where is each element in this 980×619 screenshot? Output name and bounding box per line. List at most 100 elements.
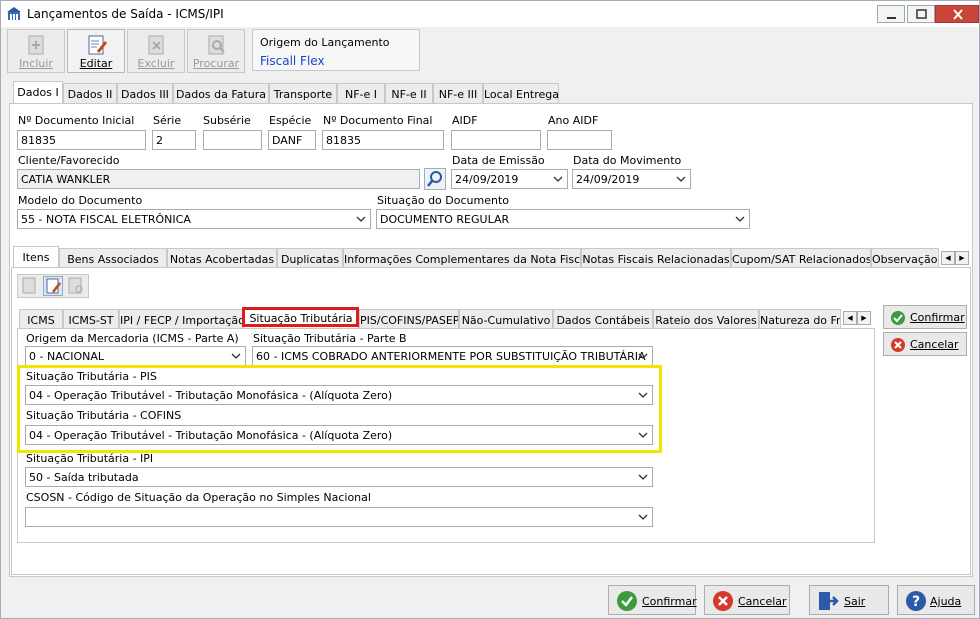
tab-local-entrega[interactable]: Local Entrega [483,83,559,103]
tab-observacao[interactable]: Observação do [871,248,939,268]
csosn-select[interactable] [25,507,653,527]
chevron-down-icon [676,176,686,182]
minimize-button[interactable] [877,5,905,23]
data-movimento-picker[interactable]: 24/09/2019 [572,169,691,189]
cliente-input[interactable]: CATIA WANKLER [17,169,420,189]
tab-dados-contabeis[interactable]: Dados Contábeis [553,309,653,329]
tab-itens[interactable]: Itens [13,246,59,269]
ano-aidf-label: Ano AIDF [548,114,599,127]
pis-cofins-highlight [17,365,662,453]
tab-bens-associados[interactable]: Bens Associados [59,248,167,268]
origem-mercadoria-select[interactable]: 0 - NACIONAL [25,346,246,366]
svg-text:?: ? [912,594,920,610]
tab-icms-st[interactable]: ICMS-ST [63,309,119,329]
search-icon [427,171,442,187]
maximize-icon [916,9,927,19]
scroll-right-icon[interactable]: ▶ [857,311,871,325]
tab-nfe-ii[interactable]: NF-e II [385,83,433,103]
tab-dados-fatura[interactable]: Dados da Fatura [173,83,269,103]
tab-dados-i[interactable]: Dados I [13,81,63,104]
delete-item-icon [68,277,83,294]
cancelar-button[interactable]: Cancelar [704,585,790,615]
tab-info-complementares[interactable]: Informações Complementares da Nota Fisca… [343,248,581,268]
cancel-icon [713,591,733,611]
item-confirmar-label: Confirmar [910,311,965,324]
procurar-button[interactable]: Procurar [187,29,245,73]
ajuda-button[interactable]: ? Ajuda [897,585,975,615]
ano-aidf-input[interactable] [547,130,612,150]
confirmar-label: Confirmar [642,595,697,608]
tab-nao-cumulativo[interactable]: Não-Cumulativo [459,309,553,329]
maximize-button[interactable] [907,5,935,23]
item-delete-button[interactable] [66,276,86,296]
situacao-select[interactable]: DOCUMENTO REGULAR [376,209,750,229]
tab-transporte[interactable]: Transporte [269,83,337,103]
modelo-value: 55 - NOTA FISCAL ELETRÔNICA [21,213,191,226]
modelo-select[interactable]: 55 - NOTA FISCAL ELETRÔNICA [17,209,371,229]
origem-label: Origem do Lançamento [260,36,390,49]
main-window: Lançamentos de Saída - ICMS/IPI Incluir … [0,0,980,619]
ipi-select[interactable]: 50 - Saída tributada [25,467,653,487]
editar-button[interactable]: Editar [67,29,125,73]
num-doc-inicial-input[interactable]: 81835 [17,130,146,150]
tab-dados-ii[interactable]: Dados II [63,83,117,103]
tab-nfe-i[interactable]: NF-e I [337,83,385,103]
cliente-label: Cliente/Favorecido [18,154,120,167]
cancelar-label: Cancelar [738,595,787,608]
sair-button[interactable]: Sair [809,585,889,615]
item-add-button[interactable] [20,276,40,296]
item-confirmar-button[interactable]: Confirmar [883,305,967,329]
scroll-right-icon[interactable]: ▶ [955,251,969,265]
data-movimento-value: 24/09/2019 [576,173,640,186]
scroll-left-icon[interactable]: ◀ [843,311,857,325]
add-document-icon [28,35,44,55]
especie-input[interactable]: DANF [268,130,316,150]
check-icon [891,311,905,325]
incluir-button[interactable]: Incluir [7,29,65,73]
serie-input[interactable]: 2 [152,130,196,150]
excluir-label: Excluir [137,57,175,70]
tab-ipi-fecp[interactable]: IPI / FECP / Importação [119,309,243,329]
tab-icms[interactable]: ICMS [19,309,63,329]
app-icon [7,7,21,20]
edit-item-icon [46,278,61,294]
item-tabs-scroll[interactable]: ◀ ▶ [941,250,969,265]
chevron-down-icon [735,216,745,222]
item-edit-button[interactable] [43,276,63,296]
chevron-down-icon [231,353,241,359]
serie-label: Série [153,114,182,127]
tab-notas-acobertadas[interactable]: Notas Acobertadas [167,248,277,268]
tab-notas-relacionadas[interactable]: Notas Fiscais Relacionadas [581,248,731,268]
excluir-button[interactable]: Excluir [127,29,185,73]
tab-nfe-iii[interactable]: NF-e III [433,83,483,103]
tab-natureza-frete[interactable]: Natureza do Fre [759,309,841,329]
close-button[interactable] [935,5,979,23]
origem-value: Fiscall Flex [260,54,325,68]
ipi-label: Situação Tributária - IPI [26,452,154,465]
procurar-label: Procurar [192,57,240,70]
ajuda-label: Ajuda [930,595,962,608]
tab-pis-cofins[interactable]: PIS/COFINS/PASEP [359,309,459,329]
scroll-left-icon[interactable]: ◀ [941,251,955,265]
tab-duplicatas[interactable]: Duplicatas [277,248,343,268]
num-doc-final-input[interactable]: 81835 [322,130,444,150]
exit-icon [819,592,839,610]
confirmar-button[interactable]: Confirmar [608,585,697,615]
tab-rateio[interactable]: Rateio dos Valores [653,309,759,329]
chevron-down-icon [356,216,366,222]
cliente-search-button[interactable] [424,168,446,190]
tab-dados-iii[interactable]: Dados III [117,83,173,103]
origem-mercadoria-label: Origem da Mercadoria (ICMS - Parte A) [26,332,239,345]
aidf-input[interactable] [451,130,541,150]
data-emissao-picker[interactable]: 24/09/2019 [451,169,568,189]
edit-document-icon [88,35,108,55]
cancel-icon [891,338,905,352]
tab-cupom-sat[interactable]: Cupom/SAT Relacionados [731,248,871,268]
sub-tabs-scroll[interactable]: ◀ ▶ [843,310,871,325]
item-cancelar-label: Cancelar [910,338,959,351]
modelo-label: Modelo do Documento [18,194,143,207]
subserie-input[interactable] [203,130,262,150]
item-cancelar-button[interactable]: Cancelar [883,332,967,356]
origem-box: Origem do Lançamento Fiscall Flex [252,29,420,71]
sit-parte-b-select[interactable]: 60 - ICMS COBRADO ANTERIORMENTE POR SUBS… [252,346,653,366]
